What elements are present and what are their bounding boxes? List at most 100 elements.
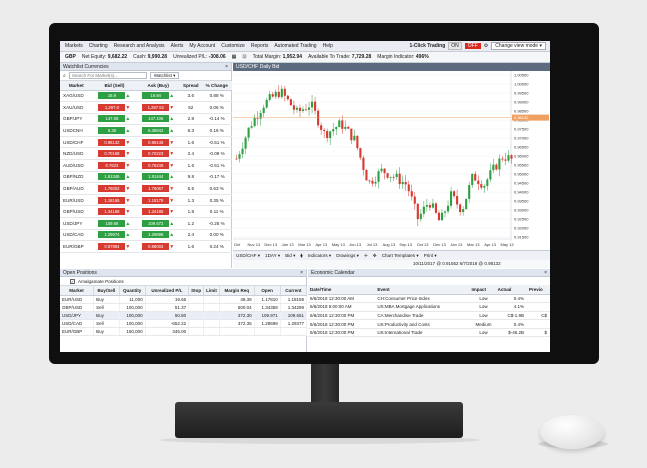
calculator-icon[interactable]: ▦ — [232, 54, 237, 60]
col-unrealized-pl[interactable]: Unrealized P/L — [145, 286, 190, 296]
sell-button[interactable]: 1.18165 — [98, 196, 126, 204]
one-click-on-toggle[interactable]: ON — [448, 42, 462, 50]
menu-help[interactable]: Help — [323, 43, 333, 49]
close-icon[interactable]: × — [225, 63, 231, 70]
col-actual[interactable]: Actual — [495, 285, 527, 295]
watchlist-row[interactable]: USD/CAD 1.29674 ▲ 1.29698 ▲ 2.4 0.00 % — [60, 229, 232, 242]
buy-button[interactable]: 147.106 — [142, 115, 170, 123]
market-search-input[interactable]: Search For Market(s)... — [68, 72, 147, 79]
calendar-row[interactable]: 6/6/2018 12:30:00 PM US:International Tra… — [308, 328, 550, 338]
sell-button[interactable]: 147.08 — [98, 115, 126, 123]
amalgamate-checkbox[interactable]: ✓ — [70, 278, 75, 284]
watchlist-row[interactable]: GBP/JPY 147.08 ▲ 147.106 ▲ 2.8 -0.14 % — [60, 113, 232, 126]
buy-button[interactable]: 1.34186 — [142, 208, 170, 216]
sell-button[interactable]: 1.76002 — [98, 185, 126, 193]
position-row[interactable]: GBP/USD Sell 100,000 51.37 500.04 1.34358 1.34… — [60, 303, 308, 312]
calendar-row[interactable]: 6/6/2018 12:30:00 AM CH:Consumer Price In… — [308, 294, 550, 304]
drawings-menu[interactable]: Drawings ▾ — [336, 253, 359, 259]
watchlist-row[interactable]: GBP/USD 1.34168 ▼ 1.34186 ▼ 1.8 0.11 % — [60, 205, 232, 219]
chart-price-type-select[interactable]: Bid ▾ — [285, 253, 295, 259]
buy-button[interactable]: 1.29698 — [142, 231, 170, 239]
buy-button[interactable]: 1.18178 — [142, 196, 170, 204]
sell-button[interactable]: 1.34168 — [98, 208, 126, 216]
col-margin-req[interactable]: Margin Req — [219, 286, 255, 296]
sell-button[interactable]: 0.87984 — [98, 243, 126, 251]
buy-button[interactable]: 0.70223 — [142, 150, 170, 158]
buy-button[interactable]: 0.76249 — [142, 161, 170, 169]
chart-templates-menu[interactable]: Chart Templates ▾ — [382, 253, 419, 259]
price-chart[interactable]: 1.005001.000000.995000.990000.985000.980… — [233, 71, 550, 250]
watchlist-row[interactable]: NZD/USD 0.70188 ▼ 0.70223 ▼ 2.4 -0.09 % — [60, 147, 232, 161]
sell-button[interactable]: 0.70188 — [98, 150, 126, 158]
menu-automated-trading[interactable]: Automated Trading — [274, 43, 316, 49]
crosshair-icon[interactable]: ✛ — [364, 253, 368, 259]
col-spread[interactable]: Spread — [180, 81, 202, 91]
buy-button[interactable]: 0.98149 — [142, 138, 170, 146]
calendar-row[interactable]: 6/6/2018 6:00:00 AM US:MBA Mortgage Appli… — [308, 302, 550, 312]
chart-interval-select[interactable]: 1DAY ▾ — [265, 253, 280, 259]
watchlist-row[interactable]: USDCNH 6.38 ▲ 6.38842 ▲ 6.3 0.16 % — [60, 124, 232, 137]
candle-type-icon[interactable]: ⧫ — [300, 253, 302, 259]
col-current[interactable]: Current — [280, 286, 308, 296]
menu-customize[interactable]: Customize — [221, 43, 245, 49]
print-menu[interactable]: Print ▾ — [424, 253, 437, 259]
buy-button[interactable]: 0.88003 — [142, 243, 170, 251]
watchlist-row[interactable]: AUD/USD 0.7623 ▼ 0.76249 ▼ 1.6 -0.51 % — [60, 159, 232, 172]
col-change[interactable]: % Change — [201, 81, 232, 91]
indicators-menu[interactable]: Indicators ▾ — [308, 253, 332, 259]
buy-button[interactable]: 109.672 — [142, 219, 170, 227]
col-open[interactable]: Open — [254, 286, 281, 296]
menu-alerts[interactable]: Alerts — [171, 43, 184, 49]
sell-button[interactable]: 1,297.0 — [98, 103, 126, 111]
sell-button[interactable]: 0.7623 — [98, 161, 126, 169]
col-limit[interactable]: Limit — [203, 286, 220, 296]
menu-markets[interactable]: Markets — [65, 43, 83, 49]
one-click-off-toggle[interactable]: OFF — [464, 43, 481, 49]
col-buy-sell[interactable]: Buy/Sell — [93, 286, 120, 296]
sell-button[interactable]: 109.66 — [98, 219, 126, 227]
info-icon[interactable]: ⊡ — [242, 54, 246, 60]
sell-button[interactable]: 6.38 — [98, 127, 126, 135]
buy-button[interactable]: 1.91444 — [142, 173, 170, 181]
settings-icon[interactable]: ⚙ — [484, 43, 488, 49]
col-market[interactable]: Market — [60, 81, 93, 91]
watchlist-row[interactable]: EUR/GBP 0.87984 ▼ 0.88003 ▼ 1.6 0.24 % — [60, 240, 232, 253]
menu-research[interactable]: Research and Analysis — [114, 43, 165, 49]
sell-button[interactable]: 16.9 — [98, 92, 126, 100]
buy-button[interactable]: 1.76067 — [142, 185, 170, 193]
col-stop[interactable]: Stop — [188, 286, 205, 296]
buy-button[interactable]: 6.38842 — [142, 127, 170, 135]
col-date-time[interactable]: Date/Time — [308, 285, 376, 295]
calendar-row[interactable]: 6/6/2018 12:30:00 PM US:Productivity and … — [308, 319, 550, 329]
position-row[interactable]: EUR/USD Buy 11,000 19.66 48.39 1.17810 1.18159 — [60, 295, 308, 304]
move-icon[interactable]: ✥ — [373, 253, 377, 259]
menu-charting[interactable]: Charting — [89, 43, 108, 49]
position-row[interactable]: USD/CAD Sell 100,000 -652.22 372.35 1.28699 1.… — [60, 319, 308, 329]
watchlist-row[interactable]: USD/JPY 109.66 ▲ 109.672 ▲ 1.2 -0.25 % — [60, 217, 232, 230]
watchlist-row[interactable]: USD/CHF 0.98132 ▼ 0.98149 ▼ 1.6 -0.51 % — [60, 136, 232, 149]
change-view-mode-button[interactable]: Change view mode ▾ — [491, 42, 546, 50]
sell-button[interactable]: 0.98132 — [98, 138, 126, 146]
col-previous[interactable]: Previo — [527, 285, 550, 295]
buy-button[interactable]: 1,297.52 — [142, 103, 170, 111]
close-icon[interactable]: × — [300, 269, 306, 276]
buy-button[interactable]: 16.94 — [142, 92, 170, 100]
watchlist-row[interactable]: GBP/AUD 1.76002 ▼ 1.76067 ▼ 5.5 0.63 % — [60, 182, 232, 195]
menu-my-account[interactable]: My Account — [189, 43, 215, 49]
chart-symbol-select[interactable]: USD/CHF ▾ — [236, 253, 260, 259]
watchlist-row[interactable]: XAU/USD 1,297.0 ▼ 1,297.52 ▼ 52 0.06 % — [60, 101, 232, 114]
sell-button[interactable]: 1.29674 — [98, 231, 126, 239]
col-impact[interactable]: Impact — [469, 285, 496, 295]
sell-button[interactable]: 1.91346 — [98, 173, 126, 181]
position-row[interactable]: USD/JPY Buy 100,000 50.80 372.30 109.971 109.6… — [60, 311, 308, 321]
close-icon[interactable]: × — [544, 269, 550, 276]
watchlist-dropdown-button[interactable]: Watchlist ▾ — [149, 72, 180, 79]
col-market[interactable]: Market — [60, 286, 95, 296]
col-ask[interactable]: Ask (Buy) — [136, 81, 181, 91]
col-bid[interactable]: Bid (Sell) — [92, 81, 137, 91]
watchlist-row[interactable]: XAG/USD 16.9 ▲ 16.94 ▲ 3.6 0.88 % — [60, 90, 232, 103]
watchlist-row[interactable]: EUR/USD 1.18165 ▼ 1.18178 ▼ 1.3 0.35 % — [60, 194, 232, 207]
menu-reports[interactable]: Reports — [251, 43, 269, 49]
col-quantity[interactable]: Quantity — [119, 286, 146, 296]
calendar-row[interactable]: 6/6/2018 12:30:00 PM CA:Merchandise Trade… — [308, 311, 550, 321]
